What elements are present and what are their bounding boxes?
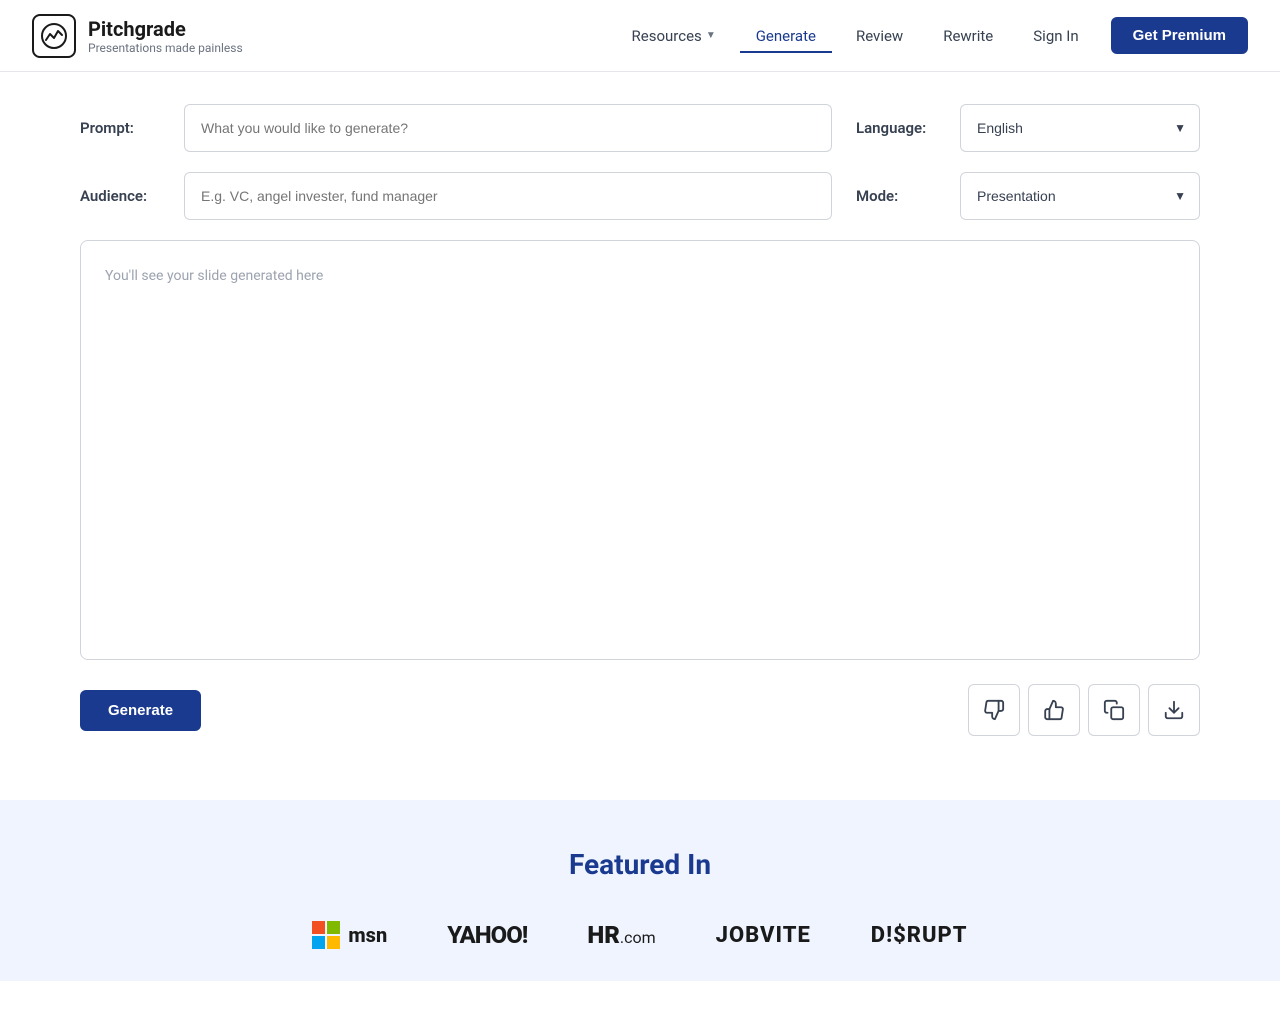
featured-section: Featured In msn YAHOO! HR.com JOBVITE D!… — [0, 800, 1280, 981]
nav-generate[interactable]: Generate — [740, 19, 832, 53]
prompt-input[interactable] — [184, 104, 832, 152]
language-select[interactable]: English Spanish French German Chinese Ja… — [960, 104, 1200, 152]
get-premium-button[interactable]: Get Premium — [1111, 17, 1248, 54]
mode-label: Mode: — [856, 187, 936, 205]
logo-icon — [32, 14, 76, 58]
logo-text: Pitchgrade Presentations made painless — [88, 17, 243, 55]
action-row: Generate — [80, 684, 1200, 736]
thumbs-up-button[interactable] — [1028, 684, 1080, 736]
logo-area[interactable]: Pitchgrade Presentations made painless — [32, 14, 243, 58]
nav-signin[interactable]: Sign In — [1017, 19, 1094, 53]
thumbs-down-button[interactable] — [968, 684, 1020, 736]
language-select-wrapper: English Spanish French German Chinese Ja… — [960, 104, 1200, 152]
download-button[interactable] — [1148, 684, 1200, 736]
featured-title: Featured In — [40, 848, 1240, 881]
brand-tagline: Presentations made painless — [88, 41, 243, 55]
main-nav: Resources ▼ Generate Review Rewrite Sign… — [616, 17, 1248, 54]
hrcom-logo: HR.com — [587, 921, 655, 949]
audience-row: Audience: Mode: Presentation Document Su… — [80, 172, 1200, 220]
brand-name: Pitchgrade — [88, 17, 243, 41]
disrupt-logo: D!$RUPT — [871, 923, 968, 948]
audience-label: Audience: — [80, 187, 160, 205]
main-content: Prompt: Language: English Spanish French… — [40, 72, 1240, 768]
action-icons — [968, 684, 1200, 736]
slide-preview: You'll see your slide generated here — [80, 240, 1200, 660]
jobvite-logo: JOBVITE — [716, 923, 811, 948]
generate-button[interactable]: Generate — [80, 690, 201, 731]
nav-rewrite[interactable]: Rewrite — [927, 19, 1009, 53]
nav-review[interactable]: Review — [840, 19, 919, 53]
prompt-row: Prompt: Language: English Spanish French… — [80, 104, 1200, 152]
chevron-down-icon: ▼ — [706, 30, 716, 41]
header: Pitchgrade Presentations made painless R… — [0, 0, 1280, 72]
mode-select-wrapper: Presentation Document Summary ▼ — [960, 172, 1200, 220]
audience-input[interactable] — [184, 172, 832, 220]
copy-button[interactable] — [1088, 684, 1140, 736]
prompt-label: Prompt: — [80, 119, 160, 137]
language-label: Language: — [856, 119, 936, 137]
slide-placeholder-text: You'll see your slide generated here — [105, 268, 323, 284]
mode-select[interactable]: Presentation Document Summary — [960, 172, 1200, 220]
msn-logo: msn — [312, 921, 387, 949]
yahoo-logo: YAHOO! — [447, 921, 527, 949]
featured-logos: msn YAHOO! HR.com JOBVITE D!$RUPT — [40, 921, 1240, 949]
nav-resources[interactable]: Resources ▼ — [616, 19, 732, 53]
